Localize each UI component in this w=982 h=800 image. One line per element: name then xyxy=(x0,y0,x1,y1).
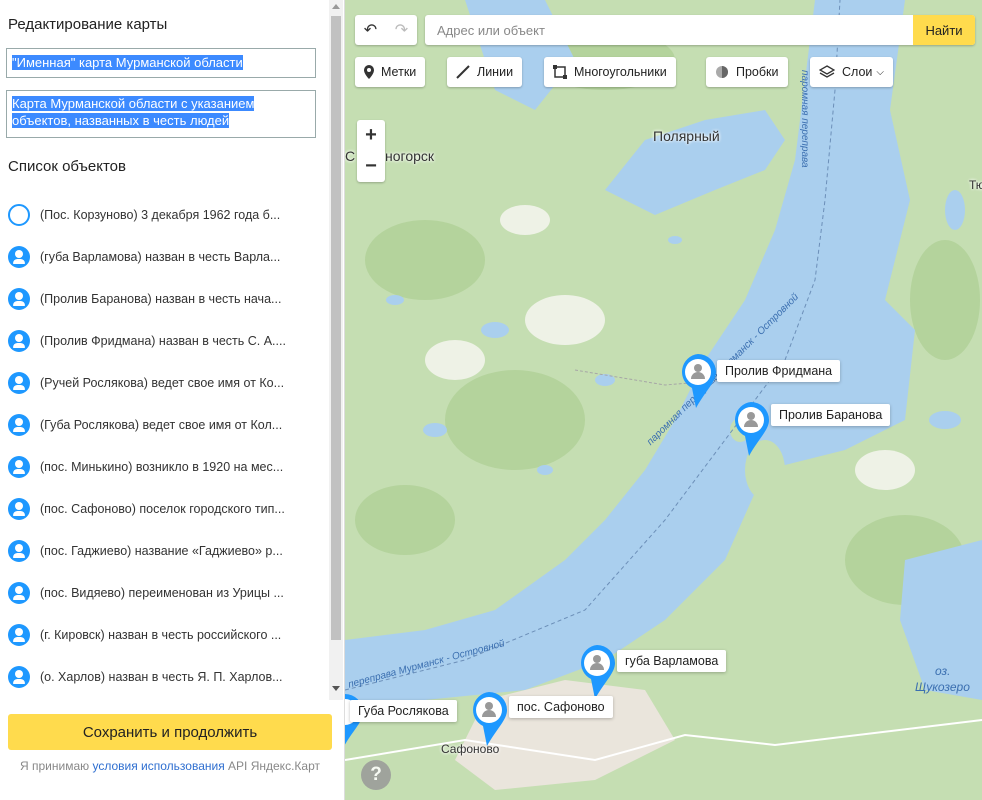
list-item-text: (Губа Рослякова) ведет свое имя от Кол..… xyxy=(40,418,283,432)
redo-icon[interactable]: ↷ xyxy=(386,15,417,45)
person-icon xyxy=(8,330,30,352)
object-list: (Пос. Корзуново) 3 декабря 1962 года б..… xyxy=(8,194,320,698)
zoom-control: + − xyxy=(357,120,385,182)
terms-notice: Я принимаю условия использования API Янд… xyxy=(8,758,332,774)
person-icon xyxy=(8,456,30,478)
list-item-text: (Пос. Корзуново) 3 декабря 1962 года б..… xyxy=(40,208,281,222)
scrollbar-thumb[interactable] xyxy=(331,16,341,640)
map-description-field[interactable]: Карта Мурманской области с указанием объ… xyxy=(6,90,316,138)
list-item[interactable]: (Ручей Рослякова) ведет свое имя от Ко..… xyxy=(8,362,320,404)
list-item[interactable]: (губа Варламова) назван в честь Варла... xyxy=(8,236,320,278)
list-item-text: (Пролив Баранова) назван в честь нача... xyxy=(40,292,282,306)
traffic-icon xyxy=(716,66,728,78)
map-name-field[interactable]: "Именная" карта Мурманской области xyxy=(6,48,316,78)
placemark-label-safonovo[interactable]: пос. Сафоново xyxy=(509,696,613,718)
placemark-label-varlamov[interactable]: губа Варламова xyxy=(617,650,727,672)
list-item[interactable]: (пос. Видяево) переименован из Урицы ... xyxy=(8,572,320,614)
map-view[interactable]: Полярный С ногорск Тю Сафоново оз. Щукоз… xyxy=(345,0,982,800)
list-item-text: (Пролив Фридмана) назван в честь С. А...… xyxy=(40,334,286,348)
map-label-snezhnogorsk-prefix: С xyxy=(345,148,356,164)
person-icon xyxy=(8,498,30,520)
map-background xyxy=(345,0,982,800)
scroll-down-arrow-icon[interactable] xyxy=(332,686,340,691)
list-item[interactable]: (пос. Минькино) возникло в 1920 на мес..… xyxy=(8,446,320,488)
help-icon[interactable]: ? xyxy=(361,760,391,790)
list-item[interactable]: (Губа Рослякова) ведет свое имя от Кол..… xyxy=(8,404,320,446)
map-label-lake-prefix: оз. xyxy=(935,664,951,678)
tool-polygons-button[interactable]: Многоугольники xyxy=(544,57,676,87)
list-item-text: (пос. Гаджиево) название «Гаджиево» р... xyxy=(40,544,283,558)
placemark-label-roslyakov[interactable]: Губа Рослякова xyxy=(350,700,457,722)
undo-redo-group: ↶ ↷ xyxy=(355,15,417,45)
list-item-text: (губа Варламова) назван в честь Варла... xyxy=(40,250,281,264)
chevron-down-icon: ⌵ xyxy=(876,66,884,78)
terms-suffix: API Яндекс.Карт xyxy=(224,759,320,773)
list-item-text: (г. Кировск) назван в честь российского … xyxy=(40,628,282,642)
tool-polygons-label: Многоугольники xyxy=(574,65,667,79)
tool-layers-label: Слои xyxy=(842,65,873,79)
list-item[interactable]: (Пос. Корзуново) 3 декабря 1962 года б..… xyxy=(8,194,320,236)
person-icon xyxy=(8,288,30,310)
object-list-title: Список объектов xyxy=(8,158,126,175)
edit-title: Редактирование карты xyxy=(8,16,168,33)
list-item[interactable]: (пос. Гаджиево) название «Гаджиево» р... xyxy=(8,530,320,572)
list-item-text: (о. Харлов) назван в честь Я. П. Харлов.… xyxy=(40,670,283,684)
line-icon xyxy=(456,65,470,79)
placemark-label-baranov[interactable]: Пролив Баранова xyxy=(771,404,891,426)
sidebar: Редактирование карты "Именная" карта Мур… xyxy=(0,0,345,800)
tool-lines-label: Линии xyxy=(477,65,514,79)
placemark-pin-fridman[interactable] xyxy=(678,352,718,408)
list-item-text: (пос. Сафоново) поселок городского тип..… xyxy=(40,502,285,516)
list-item[interactable]: (Пролив Баранова) назван в честь нача... xyxy=(8,278,320,320)
placemark-icon xyxy=(364,65,374,79)
map-name-text: "Именная" карта Мурманской области xyxy=(12,55,243,70)
tool-layers-button[interactable]: Слои ⌵ xyxy=(810,57,893,87)
person-icon xyxy=(8,624,30,646)
map-label-lake-name: Щукозеро xyxy=(915,680,970,694)
search-input[interactable] xyxy=(425,15,907,45)
map-label-polyarny: Полярный xyxy=(653,128,720,144)
layers-icon xyxy=(819,65,835,78)
list-item[interactable]: (о. Харлов) назван в честь Я. П. Харлов.… xyxy=(8,656,320,698)
tool-traffic-button[interactable]: Пробки xyxy=(706,57,788,87)
save-and-continue-button[interactable]: Сохранить и продолжить xyxy=(8,714,332,750)
list-item-text: (пос. Видяево) переименован из Урицы ... xyxy=(40,586,284,600)
placemark-pin-varlamov[interactable] xyxy=(577,643,617,699)
map-label-edge: Тю xyxy=(969,178,982,192)
undo-icon[interactable]: ↶ xyxy=(355,15,386,45)
map-label-ferry-top: паромная переправа xyxy=(799,70,810,168)
terms-link[interactable]: условия использования xyxy=(92,759,224,773)
person-icon xyxy=(8,666,30,688)
sidebar-scroll-area: Редактирование карты "Именная" карта Мур… xyxy=(0,0,328,700)
list-item-text: (пос. Минькино) возникло в 1920 на мес..… xyxy=(40,460,284,474)
app-root: Редактирование карты "Именная" карта Мур… xyxy=(0,0,982,800)
tool-traffic-label: Пробки xyxy=(736,65,779,79)
placemark-pin-safonovo[interactable] xyxy=(469,690,509,746)
sidebar-scrollbar[interactable] xyxy=(329,0,343,700)
person-icon xyxy=(8,582,30,604)
list-item[interactable]: (г. Кировск) назван в честь российского … xyxy=(8,614,320,656)
list-item[interactable]: (Пролив Фридмана) назван в честь С. А...… xyxy=(8,320,320,362)
person-icon xyxy=(8,246,30,268)
placemark-pin-baranov[interactable] xyxy=(731,400,771,456)
list-item[interactable]: (пос. Сафоново) поселок городского тип..… xyxy=(8,488,320,530)
search-box: Найти xyxy=(425,15,975,45)
search-button[interactable]: Найти xyxy=(913,15,975,45)
tool-marks-label: Метки xyxy=(381,65,417,79)
list-item-text: (Ручей Рослякова) ведет свое имя от Ко..… xyxy=(40,376,285,390)
tool-lines-button[interactable]: Линии xyxy=(447,57,523,87)
polygon-icon xyxy=(553,65,567,79)
circle-outline-icon xyxy=(8,204,30,226)
person-icon xyxy=(8,540,30,562)
map-description-text: Карта Мурманской области с указанием объ… xyxy=(12,96,255,128)
person-icon xyxy=(8,372,30,394)
person-icon xyxy=(8,414,30,436)
terms-prefix: Я принимаю xyxy=(20,759,93,773)
zoom-out-button[interactable]: − xyxy=(357,151,385,182)
tool-marks-button[interactable]: Метки xyxy=(355,57,426,87)
placemark-label-fridman[interactable]: Пролив Фридмана xyxy=(717,360,841,382)
map-label-snezhnogorsk: ногорск xyxy=(385,148,435,164)
zoom-in-button[interactable]: + xyxy=(357,120,385,151)
scroll-up-arrow-icon[interactable] xyxy=(332,4,340,9)
